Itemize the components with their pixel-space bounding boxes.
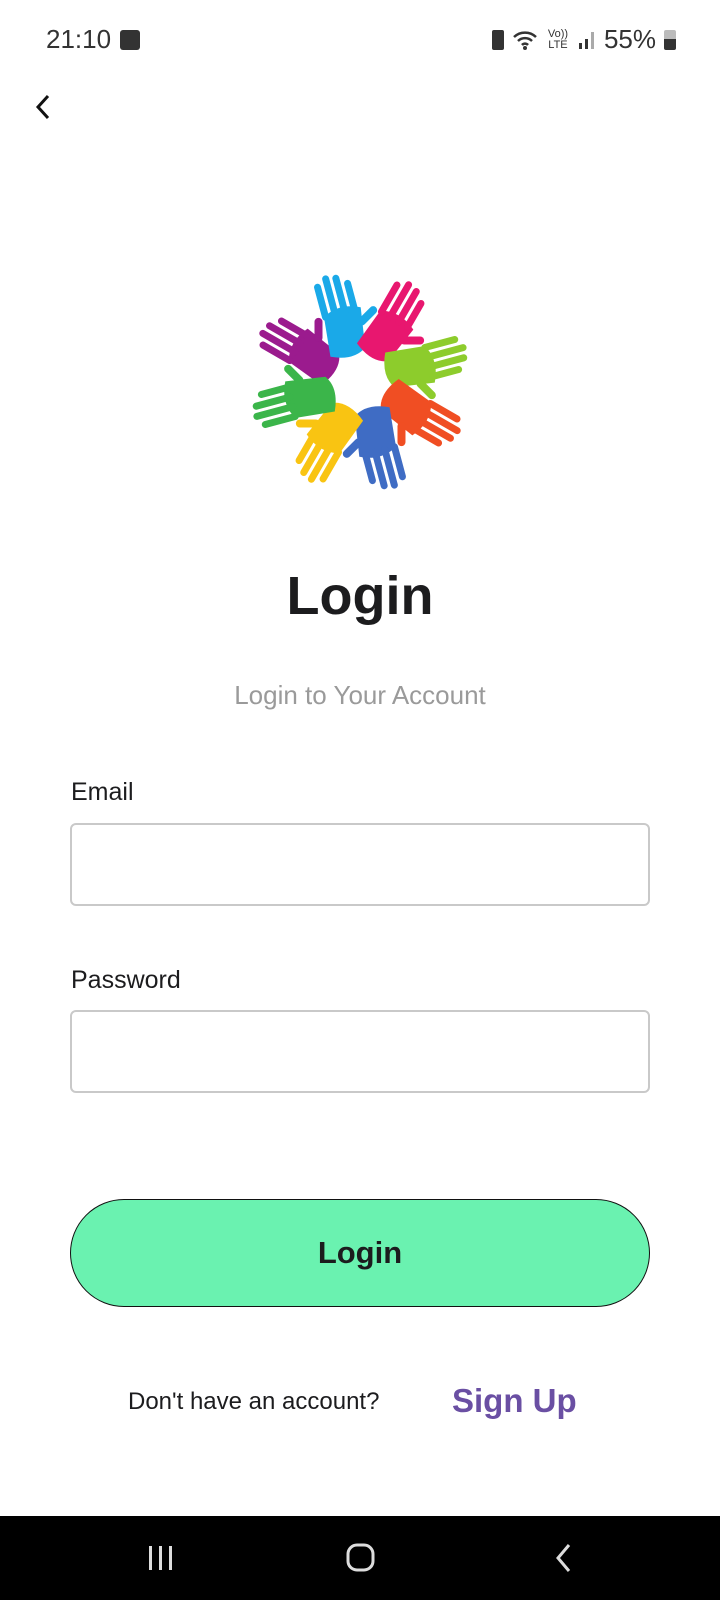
recent-apps-icon[interactable] [146,1544,176,1572]
battery-icon [664,29,676,50]
signal-icon [578,31,594,49]
email-field[interactable] [70,823,650,906]
app-logo [252,274,468,490]
wifi-icon [513,30,537,50]
status-bar: 21:10 Vo)) LTE 55% [0,0,720,80]
signup-prompt: Don't have an account? [128,1388,380,1415]
back-nav-icon[interactable] [552,1542,576,1574]
status-time: 21:10 [46,24,112,54]
navigation-bar [0,1516,720,1600]
password-field[interactable] [70,1010,650,1093]
home-icon[interactable] [345,1542,377,1574]
page-title: Login [286,566,434,626]
email-label: Email [71,778,134,806]
back-button[interactable] [28,88,68,128]
password-label: Password [71,966,181,994]
status-icons: Vo)) LTE 55% [491,24,676,55]
page-subtitle: Login to Your Account [234,680,486,710]
volte-icon: Vo)) LTE [547,27,569,51]
battery-saver-icon [491,29,504,50]
login-button[interactable]: Login [70,1199,650,1307]
battery-percent: 55% [603,24,656,54]
signup-link[interactable]: Sign Up [452,1382,577,1420]
chevron-left-icon [35,94,50,120]
gallery-notification-icon [120,30,140,50]
